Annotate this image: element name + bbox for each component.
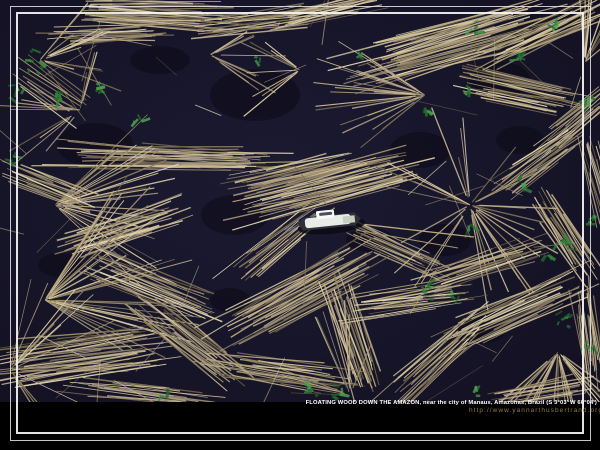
boat-stern (343, 215, 356, 223)
wallpaper: FLOATING WOOD DOWN THE AMAZON, near the … (0, 0, 600, 450)
caption: FLOATING WOOD DOWN THE AMAZON, near the … (306, 400, 597, 414)
photo-caption-title: FLOATING WOOD DOWN THE AMAZON, near the … (306, 400, 597, 407)
photographer-url: http://www.yannarthusbertrand.org (306, 407, 600, 414)
amazon-aerial-photo (0, 0, 600, 450)
boat-wake (284, 227, 298, 232)
